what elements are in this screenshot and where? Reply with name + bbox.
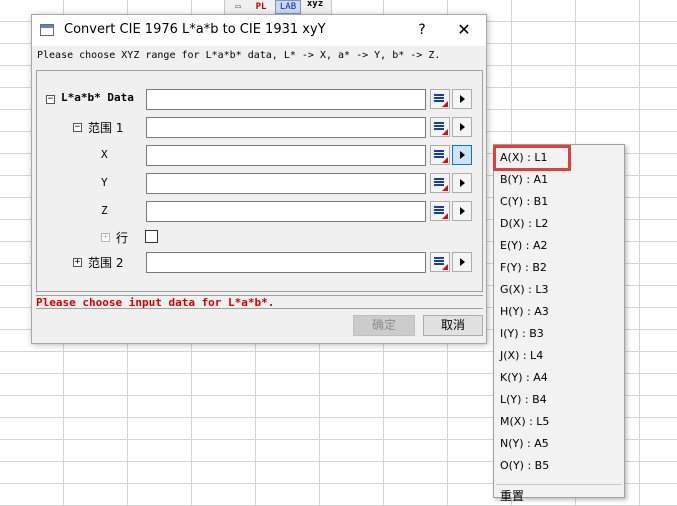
cancel-button[interactable]: 取消 bbox=[423, 315, 483, 336]
convert-dialog: Convert CIE 1976 L*a*b to CIE 1931 xyY ?… bbox=[31, 14, 487, 344]
menu-item-column[interactable]: M(X) : L5 bbox=[500, 412, 549, 432]
app-window-icon bbox=[40, 24, 54, 36]
row-checkbox[interactable] bbox=[145, 230, 158, 243]
select-range-icon[interactable] bbox=[430, 201, 450, 221]
tree-row-lab-data: − L*a*b* Data bbox=[37, 88, 482, 110]
collapse-icon[interactable]: − bbox=[73, 123, 82, 132]
range-1-input[interactable] bbox=[146, 117, 426, 138]
menu-item-column[interactable]: D(X) : L2 bbox=[500, 214, 548, 234]
tree-row-range-2: + 范围 2 bbox=[37, 251, 482, 273]
status-message: Please choose input data for L*a*b*. bbox=[36, 296, 275, 309]
expand-icon: + bbox=[101, 232, 110, 242]
menu-item-column[interactable]: K(Y) : A4 bbox=[500, 368, 548, 388]
range-1-label: 范围 1 bbox=[88, 121, 124, 135]
range-menu-button[interactable] bbox=[452, 89, 472, 109]
tree-row-x: X bbox=[37, 144, 482, 166]
status-line: Please choose input data for L*a*b*. bbox=[36, 295, 483, 309]
expand-icon[interactable]: + bbox=[73, 258, 82, 267]
ok-button[interactable]: 确定 bbox=[353, 315, 415, 336]
range-menu-button[interactable] bbox=[452, 252, 472, 272]
menu-item-column[interactable]: F(Y) : B2 bbox=[500, 258, 547, 278]
menu-item-column[interactable]: O(Y) : B5 bbox=[500, 456, 549, 476]
z-label: Z bbox=[101, 204, 108, 217]
help-button[interactable]: ? bbox=[412, 20, 432, 40]
lab-data-label: L*a*b* Data bbox=[61, 91, 134, 104]
collapse-icon[interactable]: − bbox=[46, 95, 55, 104]
menu-item-column[interactable]: B(Y) : A1 bbox=[500, 170, 548, 190]
tree-row-row: + 行 bbox=[37, 226, 482, 248]
lab-data-input[interactable] bbox=[146, 89, 426, 110]
menu-item-column[interactable]: E(Y) : A2 bbox=[500, 236, 547, 256]
tree-row-range-1: − 范围 1 bbox=[37, 116, 482, 138]
x-label: X bbox=[101, 148, 108, 161]
y-label: Y bbox=[101, 176, 108, 189]
tree-row-y: Y bbox=[37, 172, 482, 194]
x-input[interactable] bbox=[146, 145, 426, 166]
worksheet-toolbar: ▭ PL LAB xyz bbox=[224, 0, 332, 14]
y-menu-button[interactable] bbox=[452, 173, 472, 193]
menu-item-column[interactable]: C(Y) : B1 bbox=[500, 192, 548, 212]
tree-row-z: Z bbox=[37, 200, 482, 222]
select-range-icon[interactable] bbox=[430, 117, 450, 137]
z-menu-button[interactable] bbox=[452, 201, 472, 221]
toolbar-lab-button[interactable]: LAB bbox=[275, 0, 301, 14]
toolbar-xyz-button[interactable]: xyz bbox=[303, 0, 327, 14]
menu-item-reset[interactable]: 重置 bbox=[500, 486, 524, 506]
select-range-icon[interactable] bbox=[430, 145, 450, 165]
column-popup-menu: A(X) : L1 B(Y) : A1 C(Y) : B1 D(X) : L2 … bbox=[493, 144, 625, 503]
menu-item-column[interactable]: L(Y) : B4 bbox=[500, 390, 547, 410]
title-bar[interactable]: Convert CIE 1976 L*a*b to CIE 1931 xyY ?… bbox=[32, 15, 486, 46]
y-input[interactable] bbox=[146, 173, 426, 194]
x-menu-button[interactable] bbox=[452, 145, 472, 165]
z-input[interactable] bbox=[146, 201, 426, 222]
range-menu-button[interactable] bbox=[452, 117, 472, 137]
range-2-label: 范围 2 bbox=[88, 256, 124, 270]
dialog-title: Convert CIE 1976 L*a*b to CIE 1931 xyY bbox=[64, 22, 326, 37]
toolbar-icon-1[interactable]: ▭ bbox=[229, 0, 247, 14]
menu-item-column[interactable]: H(Y) : A3 bbox=[500, 302, 549, 322]
instruction-text: Please choose XYZ range for L*a*b* data,… bbox=[37, 50, 441, 61]
close-button[interactable]: ✕ bbox=[452, 20, 476, 40]
menu-item-column[interactable]: J(X) : L4 bbox=[500, 346, 543, 366]
toolbar-pl-button[interactable]: PL bbox=[249, 0, 273, 14]
row-label: 行 bbox=[116, 231, 129, 245]
menu-item-column[interactable]: I(Y) : B3 bbox=[500, 324, 544, 344]
select-range-icon[interactable] bbox=[430, 252, 450, 272]
range-2-input[interactable] bbox=[146, 252, 426, 273]
select-range-icon[interactable] bbox=[430, 89, 450, 109]
menu-item-column[interactable]: N(Y) : A5 bbox=[500, 434, 549, 454]
menu-item-column[interactable]: A(X) : L1 bbox=[493, 145, 571, 171]
menu-separator bbox=[496, 484, 622, 485]
input-group: − L*a*b* Data − 范围 1 X Y Z + 行 + 范围 2 bbox=[36, 70, 483, 292]
select-range-icon[interactable] bbox=[430, 173, 450, 193]
menu-item-column[interactable]: G(X) : L3 bbox=[500, 280, 548, 300]
